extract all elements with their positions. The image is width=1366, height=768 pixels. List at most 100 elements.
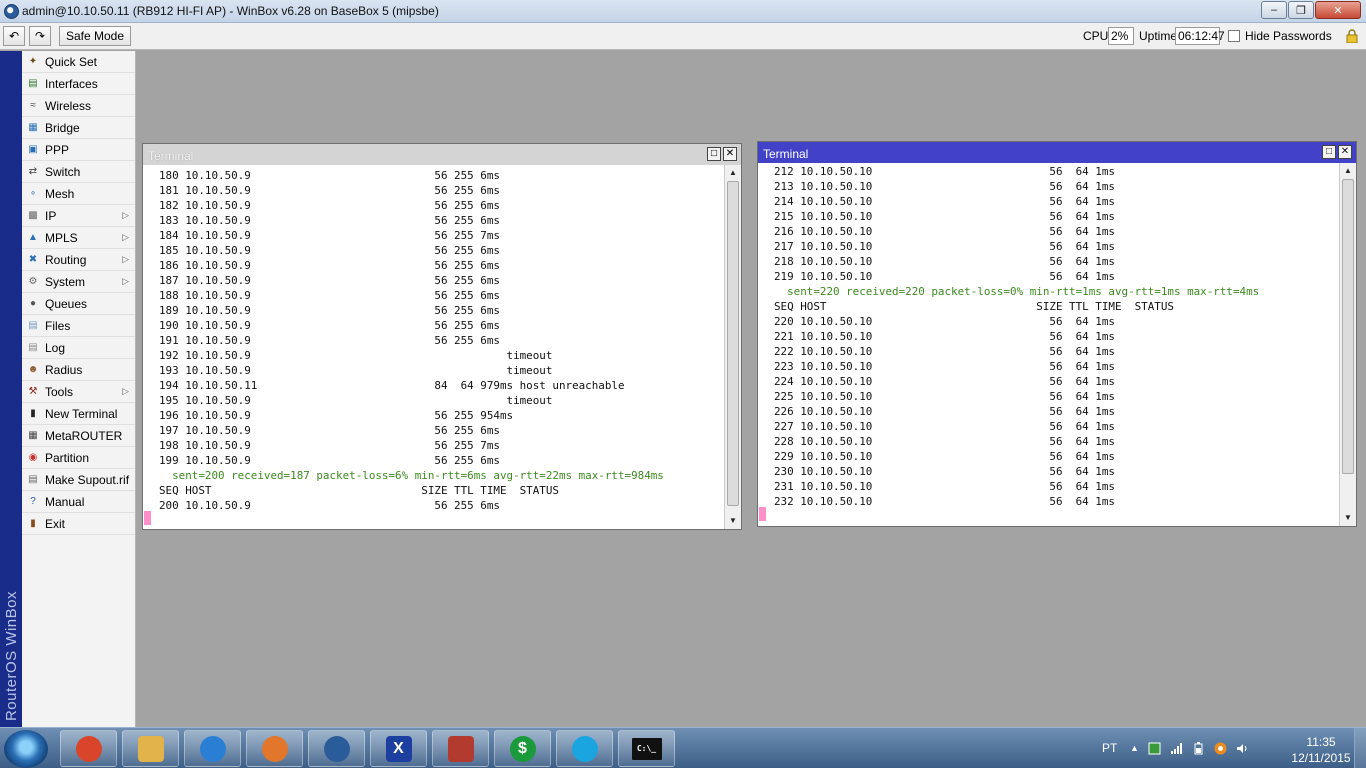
cpu-value: 2% [1108, 27, 1134, 45]
redo-button[interactable]: ↷ [29, 26, 51, 46]
sidebar-item-new-terminal[interactable]: ▮ New Terminal [22, 403, 135, 425]
sidebar-item-wireless[interactable]: ≈ Wireless [22, 95, 135, 117]
terminal-title-bar[interactable]: Terminal □ ✕ [758, 142, 1356, 163]
sidebar-item-files[interactable]: ▤ Files [22, 315, 135, 337]
partition-icon: ◉ [28, 452, 38, 463]
taskbar-chrome-button[interactable] [60, 730, 117, 767]
sidebar-item-radius[interactable]: ☻ Radius [22, 359, 135, 381]
exit-icon: ▮ [30, 518, 36, 529]
show-hidden-icons-icon[interactable]: ▲ [1130, 743, 1143, 756]
undo-button[interactable]: ↶ [3, 26, 25, 46]
terminal-line: 229 10.10.50.10 56 64 1ms [774, 450, 1115, 463]
sidebar-item-ppp[interactable]: ▣ PPP [22, 139, 135, 161]
terminal-scrollbar[interactable]: ▲ ▼ [1339, 163, 1356, 526]
undo-icon: ↶ [8, 29, 20, 43]
taskbar-wrench-app-button[interactable] [432, 730, 489, 767]
terminal-line: 192 10.10.50.9 timeout [159, 349, 553, 362]
sidebar-item-label: Radius [45, 362, 83, 377]
close-button[interactable]: ✕ [1315, 1, 1361, 19]
taskbar-file-explorer-button[interactable] [122, 730, 179, 767]
sidebar-item-exit[interactable]: ▮ Exit [22, 513, 135, 535]
taskbar-command-prompt-button[interactable]: C:\_ [618, 730, 675, 767]
taskbar-firefox-button[interactable] [246, 730, 303, 767]
sidebar-item-interfaces[interactable]: ▤ Interfaces [22, 73, 135, 95]
terminal-title-bar[interactable]: Terminal □ ✕ [143, 144, 741, 165]
sidebar-item-mpls[interactable]: ▲ MPLS ▷ [22, 227, 135, 249]
sidebar-item-system[interactable]: ⚙ System ▷ [22, 271, 135, 293]
terminal-window-1[interactable]: Terminal □ ✕ 180 10.10.50.9 56 255 6ms 18… [142, 143, 742, 530]
terminal-line: 184 10.10.50.9 56 255 7ms [159, 229, 500, 242]
ip-icon: ▩ [28, 210, 38, 221]
terminal-maximize-button[interactable]: □ [707, 147, 721, 161]
taskbar-skype-button[interactable] [556, 730, 613, 767]
scroll-up-icon[interactable]: ▲ [1341, 164, 1355, 178]
clock-date[interactable]: 12/11/2015 [1285, 751, 1357, 765]
gear-icon: ⚙ [28, 276, 38, 287]
terminal-close-button[interactable]: ✕ [1338, 145, 1352, 159]
ppp-icon: ▣ [28, 144, 38, 155]
hide-passwords-checkbox[interactable] [1228, 30, 1240, 42]
sidebar-item-bridge[interactable]: ▦ Bridge [22, 117, 135, 139]
minimize-button[interactable]: – [1261, 1, 1287, 19]
terminal-maximize-button[interactable]: □ [1322, 145, 1336, 159]
interfaces-icon: ▤ [28, 78, 38, 89]
command-prompt-icon: C:\_ [631, 737, 662, 760]
network-status-icon[interactable] [1148, 742, 1161, 755]
volume-icon[interactable] [1236, 742, 1249, 755]
signal-bars-icon[interactable] [1170, 742, 1183, 755]
x-app-icon: X [385, 735, 412, 762]
sidebar-item-metarouter[interactable]: ▦ MetaROUTER [22, 425, 135, 447]
terminal-line: 214 10.10.50.10 56 64 1ms [774, 195, 1115, 208]
sidebar-item-label: PPP [45, 142, 70, 157]
sidebar-item-mesh[interactable]: ∘ Mesh [22, 183, 135, 205]
taskbar-dollar-app-button[interactable]: $ [494, 730, 551, 767]
terminal-line: 212 10.10.50.10 56 64 1ms [774, 165, 1115, 178]
taskbar-winbox-button[interactable] [308, 730, 365, 767]
taskbar-internet-explorer-button[interactable] [184, 730, 241, 767]
sidebar-item-label: Tools [45, 384, 74, 399]
submenu-arrow-icon: ▷ [122, 210, 129, 220]
terminal-line: 188 10.10.50.9 56 255 6ms [159, 289, 500, 302]
scroll-thumb[interactable] [1342, 179, 1354, 474]
terminal-line: 197 10.10.50.9 56 255 6ms [159, 424, 500, 437]
sidebar-item-quick-set[interactable]: ✦ Quick Set [22, 51, 135, 73]
scroll-down-icon[interactable]: ▼ [1341, 511, 1355, 525]
terminal-line: 183 10.10.50.9 56 255 6ms [159, 214, 500, 227]
system-tray: PT ▲ 11:35 12/11/2015 [1086, 728, 1366, 768]
battery-icon[interactable] [1192, 742, 1205, 755]
sidebar-item-make-supout-rif[interactable]: ▤ Make Supout.rif [22, 469, 135, 491]
sidebar-item-queues[interactable]: ● Queues [22, 293, 135, 315]
sidebar-item-switch[interactable]: ⇄ Switch [22, 161, 135, 183]
file-explorer-icon [137, 735, 164, 762]
sidebar-item-partition[interactable]: ◉ Partition [22, 447, 135, 469]
clock-time[interactable]: 11:35 [1296, 735, 1346, 749]
terminal-output[interactable]: 212 10.10.50.10 56 64 1ms 213 10.10.50.10… [758, 163, 1339, 526]
sidebar-item-tools[interactable]: ⚒ Tools ▷ [22, 381, 135, 403]
sidebar-item-ip[interactable]: ▩ IP ▷ [22, 205, 135, 227]
terminal-line: 187 10.10.50.9 56 255 6ms [159, 274, 500, 287]
avast-icon[interactable] [1214, 742, 1227, 755]
taskbar-x-app-button[interactable]: X [370, 730, 427, 767]
scroll-thumb[interactable] [727, 181, 739, 506]
terminal-line: 186 10.10.50.9 56 255 6ms [159, 259, 500, 272]
terminal-window-2[interactable]: Terminal □ ✕ 212 10.10.50.10 56 64 1ms 21… [757, 141, 1357, 527]
window-title-bar[interactable]: admin@10.10.50.11 (RB912 HI-FI AP) - Win… [0, 0, 1366, 23]
terminal-close-button[interactable]: ✕ [723, 147, 737, 161]
terminal-scrollbar[interactable]: ▲ ▼ [724, 165, 741, 529]
dollar-app-icon: $ [509, 735, 536, 762]
safe-mode-button[interactable]: Safe Mode [59, 26, 131, 46]
scroll-down-icon[interactable]: ▼ [726, 514, 740, 528]
hide-passwords-label[interactable]: Hide Passwords [1245, 29, 1332, 43]
terminal-line: 219 10.10.50.10 56 64 1ms [774, 270, 1115, 283]
maximize-button[interactable]: ❐ [1288, 1, 1314, 19]
submenu-arrow-icon: ▷ [122, 254, 129, 264]
terminal-output[interactable]: 180 10.10.50.9 56 255 6ms 181 10.10.50.9 … [143, 165, 724, 529]
start-button[interactable] [4, 730, 48, 768]
scroll-up-icon[interactable]: ▲ [726, 166, 740, 180]
show-desktop-button[interactable] [1354, 728, 1366, 768]
language-indicator[interactable]: PT [1102, 741, 1117, 755]
sidebar-item-manual[interactable]: ? Manual [22, 491, 135, 513]
terminal-line: 198 10.10.50.9 56 255 7ms [159, 439, 500, 452]
sidebar-item-routing[interactable]: ✖ Routing ▷ [22, 249, 135, 271]
sidebar-item-log[interactable]: ▤ Log [22, 337, 135, 359]
